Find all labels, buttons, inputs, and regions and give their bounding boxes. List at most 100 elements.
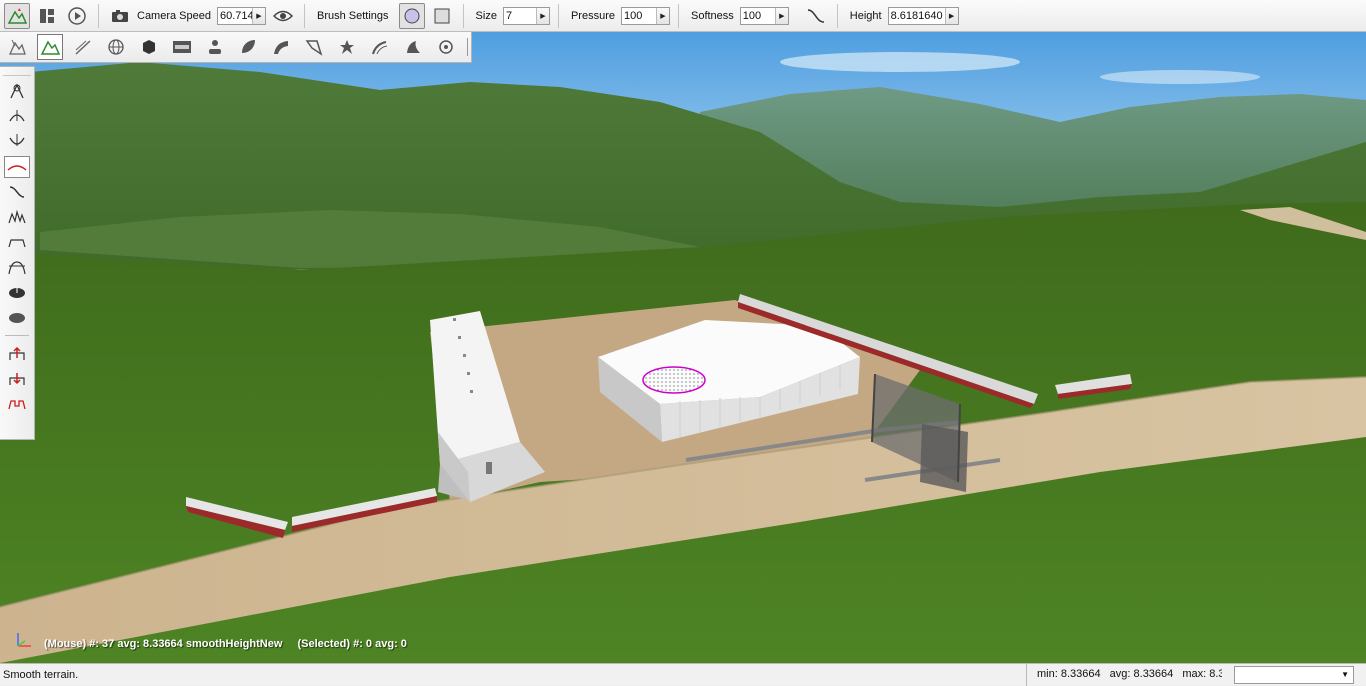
palette-separator <box>5 334 29 336</box>
noise-icon <box>8 209 26 224</box>
lower-height-button[interactable] <box>4 130 30 152</box>
shape-button[interactable] <box>400 34 426 60</box>
status-message: Smooth terrain. <box>3 668 79 681</box>
slope-icon <box>9 186 25 198</box>
size-field[interactable]: 7 ▶ <box>502 6 550 25</box>
clear-empty-button[interactable] <box>4 256 30 278</box>
viewport-readout: (Mouse) #: 37 avg: 8.33664 smoothHeightN… <box>44 638 419 650</box>
viewport-3d[interactable]: (Mouse) #: 37 avg: 8.33664 smoothHeightN… <box>0 32 1366 663</box>
eye-icon <box>273 10 293 21</box>
size-arrow-icon[interactable]: ▶ <box>535 7 549 24</box>
square-brush-button[interactable] <box>429 3 455 29</box>
terrain-editor-icon <box>40 40 60 55</box>
play-button[interactable] <box>64 3 90 29</box>
terrain-editor-icon <box>7 7 27 24</box>
size-label: Size <box>475 9 497 22</box>
terrain-painter-button[interactable] <box>4 34 30 60</box>
forest-button[interactable] <box>235 34 261 60</box>
terrain-editor-button[interactable] <box>37 34 63 60</box>
terrain-tools-palette <box>0 66 35 440</box>
smooth-terrain-icon <box>7 164 27 171</box>
camera-icon <box>112 9 128 22</box>
play-icon <box>68 6 86 25</box>
road-button[interactable] <box>70 34 96 60</box>
status-combo-box[interactable]: ▼ <box>1234 665 1354 684</box>
status-avg: avg: 8.33664 <box>1109 667 1174 680</box>
spawn-icon <box>209 40 221 54</box>
palette-grip[interactable] <box>3 69 31 76</box>
circle-brush-button[interactable] <box>398 2 425 29</box>
decal-road-icon <box>372 41 388 55</box>
clear-button[interactable] <box>4 393 30 415</box>
camera-speed-field[interactable]: 60.714 ▶ <box>217 6 266 25</box>
datablock-button[interactable] <box>169 34 195 60</box>
spawn-button[interactable] <box>202 34 228 60</box>
scene-render <box>0 32 1366 663</box>
pressure-value[interactable]: 100 <box>622 8 656 24</box>
raise-height-button[interactable] <box>4 105 30 127</box>
object-button[interactable] <box>136 34 162 60</box>
object-icon <box>143 40 155 54</box>
mesh-road-button[interactable] <box>301 34 327 60</box>
decal-button[interactable] <box>334 34 360 60</box>
separator <box>462 3 464 28</box>
softness-value[interactable]: 100 <box>741 8 775 24</box>
height-value[interactable]: 8.6181640 <box>889 8 945 24</box>
separator <box>677 3 679 28</box>
softness-arrow-icon[interactable]: ▶ <box>774 7 788 24</box>
lower-button[interactable] <box>4 368 30 390</box>
world-button[interactable] <box>103 34 129 60</box>
smooth-terrain-button[interactable] <box>4 155 30 178</box>
chevron-down-icon[interactable]: ▼ <box>1341 670 1349 679</box>
main-toolbar: Camera Speed 60.714 ▶ Brush Settings Siz… <box>0 0 1366 32</box>
particle-button[interactable] <box>433 34 459 60</box>
flatten-button[interactable] <box>4 231 30 253</box>
mesh-road-icon <box>305 40 323 56</box>
softness-curve-button[interactable] <box>803 3 829 29</box>
world-icon <box>108 39 124 55</box>
layout-button[interactable] <box>34 3 60 29</box>
raise-icon <box>9 346 25 360</box>
brush-settings-label: Brush Settings <box>317 9 389 22</box>
decal-road-button[interactable] <box>367 34 393 60</box>
noise-button[interactable] <box>4 206 30 228</box>
lower-height-icon <box>9 134 25 147</box>
forest-icon <box>242 40 255 53</box>
river-button[interactable] <box>268 34 294 60</box>
status-height-stats: min: 8.33664 avg: 8.33664 max: 8.33 <box>1026 663 1222 686</box>
grab-terrain-button[interactable] <box>4 80 30 102</box>
square-brush-icon <box>434 8 450 23</box>
pressure-field[interactable]: 100 ▶ <box>620 6 670 25</box>
set-height-button[interactable] <box>4 307 30 329</box>
shape-icon <box>407 41 420 53</box>
softness-field[interactable]: 100 ▶ <box>739 6 789 25</box>
pressure-label: Pressure <box>570 9 615 22</box>
editor-tools-toolbar <box>0 32 472 63</box>
height-arrow-icon[interactable]: ▶ <box>944 7 958 24</box>
layout-icon <box>40 8 54 23</box>
slope-button[interactable] <box>4 181 30 203</box>
pressure-arrow-icon[interactable]: ▶ <box>655 7 669 24</box>
clear-empty-icon <box>8 261 26 275</box>
selected-info: (Selected) #: 0 avg: 0 <box>297 638 407 650</box>
toolbar-collapse-handle[interactable] <box>467 38 471 56</box>
terrain-editor-toggle-button[interactable] <box>4 2 30 29</box>
camera-speed-label: Camera Speed <box>137 9 211 22</box>
raise-button[interactable] <box>4 343 30 365</box>
circle-brush-icon <box>404 8 420 23</box>
height-label: Height <box>849 9 882 22</box>
status-bar: Smooth terrain. min: 8.33664 avg: 8.3366… <box>0 663 1366 686</box>
height-field[interactable]: 8.6181640 ▶ <box>887 6 959 25</box>
size-value[interactable]: 7 <box>504 8 536 24</box>
visibility-button[interactable] <box>270 3 296 29</box>
road-icon <box>75 40 91 55</box>
camera-speed-arrow-icon[interactable]: ▶ <box>252 7 265 24</box>
status-max: max: 8.33 <box>1182 667 1222 680</box>
grab-terrain-icon <box>10 83 24 99</box>
axis-gizmo-icon <box>12 630 34 652</box>
paint-hole-button[interactable] <box>4 282 30 304</box>
camera-speed-value[interactable]: 60.714 <box>218 8 252 24</box>
raise-height-icon <box>9 110 25 122</box>
camera-button[interactable] <box>107 3 133 29</box>
set-height-icon <box>9 312 25 323</box>
